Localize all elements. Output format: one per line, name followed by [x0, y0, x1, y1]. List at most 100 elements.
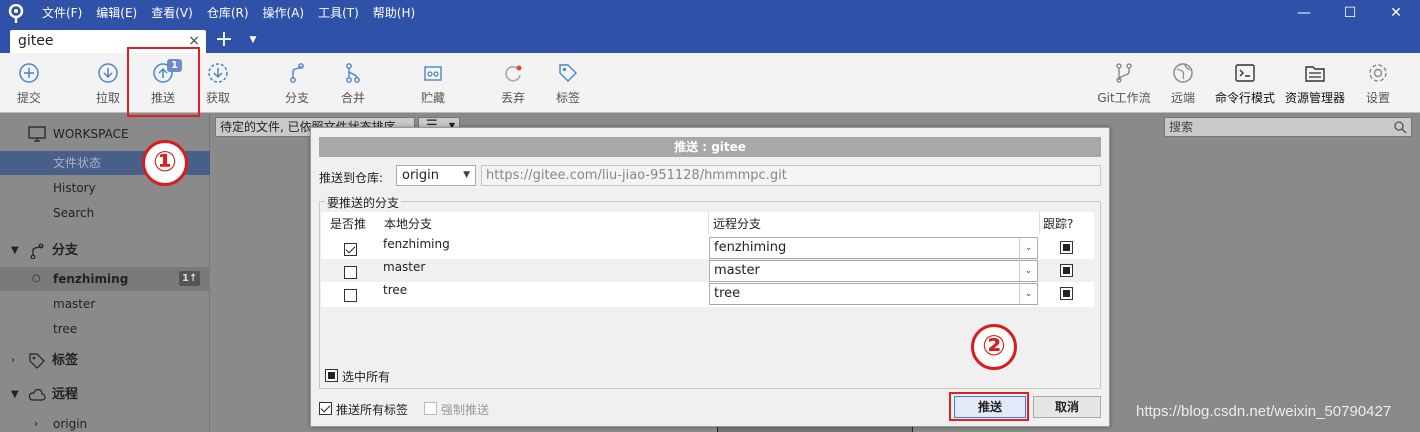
force-push-label: 强制推送 — [441, 403, 490, 417]
commit-button[interactable]: 提交 — [0, 53, 58, 113]
select-all-label: 选中所有 — [342, 370, 391, 384]
chevron-right-icon: › — [11, 355, 15, 366]
settings-button[interactable]: 设置 — [1349, 53, 1407, 113]
chevron-down-icon: ⌄ — [1019, 284, 1037, 304]
step-1-marker: ① — [142, 140, 188, 186]
cloud-icon — [28, 388, 46, 401]
fetch-icon — [208, 63, 228, 83]
sidebar-workspace-header: WORKSPACE — [0, 122, 210, 146]
dialog-title: 推送 : gitee — [319, 137, 1101, 157]
push-checkbox[interactable] — [344, 289, 357, 302]
new-tab-button[interactable]: + — [213, 27, 235, 53]
menu-help[interactable]: 帮助(H) — [373, 0, 415, 27]
discard-icon — [505, 65, 522, 82]
tab-label: gitee — [18, 33, 54, 49]
col-local-branch: 本地分支 — [384, 217, 433, 231]
push-confirm-highlight — [949, 392, 1029, 421]
track-checkbox[interactable] — [1060, 287, 1073, 300]
sidebar-branch-current[interactable]: ○ fenzhiming 1↑ — [0, 267, 210, 291]
col-divider — [708, 212, 709, 234]
sourcetree-logo-icon — [8, 4, 24, 23]
merge-button[interactable]: 合并 — [324, 53, 382, 113]
branches-table: 是否推 本地分支 远程分支 跟踪? fenzhiming fenzhiming … — [321, 212, 1094, 307]
force-push-checkbox[interactable] — [424, 402, 437, 415]
menu-bar: 文件(F) 编辑(E) 查看(V) 仓库(R) 操作(A) 工具(T) 帮助(H… — [42, 0, 429, 27]
tag-icon — [559, 64, 577, 82]
remote-branch-select[interactable]: master ⌄ — [709, 260, 1038, 282]
globe-icon — [1173, 63, 1193, 83]
ahead-count-badge: 1↑ — [179, 271, 201, 286]
track-checkbox[interactable] — [1060, 264, 1073, 277]
table-row: master master ⌄ — [321, 259, 1094, 282]
current-branch-dot-icon: ○ — [32, 273, 41, 284]
col-remote-branch: 远程分支 — [713, 217, 762, 231]
minimize-button[interactable]: — — [1281, 0, 1327, 27]
terminal-button[interactable]: 命令行模式 — [1211, 53, 1279, 113]
stash-icon — [424, 66, 442, 81]
gear-icon — [1369, 64, 1387, 82]
sidebar-tags-header[interactable]: › 标签 — [0, 349, 210, 373]
push-checkbox[interactable] — [344, 243, 357, 256]
sidebar-item-search[interactable]: Search — [0, 201, 210, 225]
sidebar-branch-item[interactable]: tree — [0, 317, 210, 341]
chevron-right-icon: › — [34, 417, 39, 430]
col-divider — [1039, 212, 1040, 234]
watermark: https://blog.csdn.net/weixin_50790427 — [1136, 403, 1392, 420]
branch-button[interactable]: 分支 — [268, 53, 326, 113]
menu-file[interactable]: 文件(F) — [42, 0, 82, 27]
maximize-button[interactable]: ☐ — [1327, 0, 1373, 27]
sidebar-remote-item[interactable]: › origin — [0, 412, 210, 432]
col-push: 是否推 — [330, 217, 367, 231]
remote-select[interactable]: origin ▼ — [396, 165, 476, 186]
sidebar-branch-item[interactable]: master — [0, 292, 210, 316]
step-2-marker: ② — [971, 324, 1017, 370]
menu-actions[interactable]: 操作(A) — [263, 0, 305, 27]
discard-button[interactable]: 丢弃 — [484, 53, 542, 113]
branch-icon — [30, 243, 44, 259]
col-track: 跟踪? — [1043, 217, 1074, 231]
toolbar: 提交 拉取 1 推送 获取 分支 合并 贮藏 丢弃 标签 Git工作流 远端 命… — [0, 53, 1420, 113]
title-bar: 文件(F) 编辑(E) 查看(V) 仓库(R) 操作(A) 工具(T) 帮助(H… — [0, 0, 1420, 27]
push-checkbox[interactable] — [344, 266, 357, 279]
chevron-down-icon: ⌄ — [1019, 261, 1037, 281]
push-dialog: 推送 : gitee 推送到仓库: origin ▼ https://gitee… — [310, 127, 1110, 427]
search-input[interactable]: 搜索 — [1164, 117, 1412, 137]
monitor-icon — [28, 126, 46, 142]
pull-icon — [98, 63, 118, 83]
tag-button[interactable]: 标签 — [539, 53, 597, 113]
gitflow-button[interactable]: Git工作流 — [1094, 53, 1154, 113]
cancel-button[interactable]: 取消 — [1033, 396, 1101, 418]
merge-icon — [346, 63, 360, 83]
chevron-down-icon: ⌄ — [1019, 238, 1037, 258]
push-button-highlight — [127, 47, 200, 117]
gitflow-icon — [1116, 63, 1132, 83]
table-row: fenzhiming fenzhiming ⌄ — [321, 236, 1094, 259]
folder-icon — [1305, 66, 1325, 82]
push-all-tags-label: 推送所有标签 — [336, 403, 409, 417]
search-icon — [1394, 121, 1407, 134]
select-all-checkbox[interactable] — [325, 369, 338, 382]
table-row: tree tree ⌄ — [321, 282, 1094, 305]
tab-bar: gitee × + ▼ — [0, 27, 1420, 53]
remote-button[interactable]: 远端 — [1154, 53, 1212, 113]
remote-branch-select[interactable]: fenzhiming ⌄ — [709, 237, 1038, 259]
push-all-tags-checkbox[interactable] — [319, 402, 332, 415]
sidebar-remotes-header[interactable]: ▼ 远程 — [0, 383, 210, 407]
branch-icon — [290, 63, 304, 83]
remote-branch-select[interactable]: tree ⌄ — [709, 283, 1038, 305]
track-checkbox[interactable] — [1060, 241, 1073, 254]
menu-view[interactable]: 查看(V) — [151, 0, 193, 27]
close-window-button[interactable]: ✕ — [1373, 0, 1419, 27]
menu-repository[interactable]: 仓库(R) — [207, 0, 249, 27]
stash-button[interactable]: 贮藏 — [404, 53, 462, 113]
tag-icon — [29, 353, 45, 369]
commit-icon — [19, 63, 39, 83]
sidebar-branches-header[interactable]: ▼ 分支 — [0, 239, 210, 263]
menu-tools[interactable]: 工具(T) — [318, 0, 359, 27]
explorer-button[interactable]: 资源管理器 — [1281, 53, 1349, 113]
tab-dropdown-icon[interactable]: ▼ — [245, 27, 261, 53]
chevron-down-icon: ▼ — [463, 170, 470, 180]
chevron-down-icon: ▼ — [11, 245, 19, 256]
remote-url-field: https://gitee.com/liu-jiao-951128/hmmmpc… — [481, 165, 1101, 186]
menu-edit[interactable]: 编辑(E) — [96, 0, 137, 27]
